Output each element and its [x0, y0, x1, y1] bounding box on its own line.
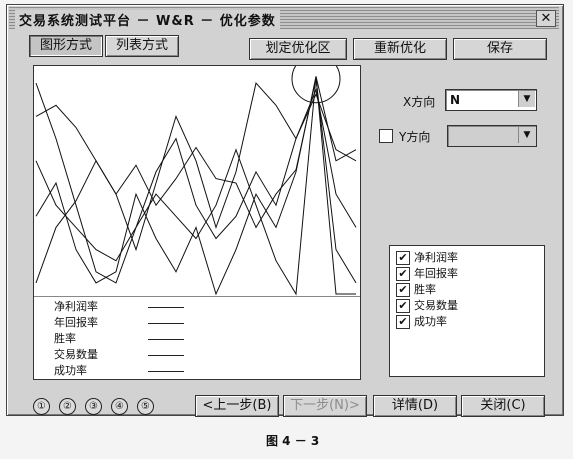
series-checklist[interactable]: ✔ 净利润率 ✔ 年回报率 ✔ 胜率 ✔ 交易数量 ✔ 成功率 — [389, 245, 545, 377]
legend-line — [148, 371, 184, 372]
checkbox-checked[interactable]: ✔ — [396, 299, 410, 313]
list-mode-tab[interactable]: 列表方式 — [105, 35, 179, 57]
checkbox-checked[interactable]: ✔ — [396, 315, 410, 329]
checkbox-checked[interactable]: ✔ — [396, 251, 410, 265]
list-item-label: 交易数量 — [414, 299, 458, 312]
legend-item: 净利润率 — [54, 299, 184, 315]
list-item-label: 成功率 — [414, 315, 447, 328]
chevron-down-icon[interactable]: ▼ — [518, 127, 535, 143]
close-button[interactable]: 关闭(C) — [461, 395, 545, 417]
step-1[interactable]: ① — [33, 398, 50, 415]
legend-item: 胜率 — [54, 331, 184, 347]
y-direction-label: Y方向 — [399, 130, 431, 144]
list-item-label: 胜率 — [414, 283, 436, 296]
legend-line — [148, 307, 184, 308]
optimization-window: 交易系统测试平台 － W&R － 优化参数 ✕ 图形方式 列表方式 划定优化区 … — [6, 4, 564, 417]
y-direction-checkbox[interactable] — [379, 129, 393, 143]
list-item-label: 年回报率 — [414, 267, 458, 280]
close-icon[interactable]: ✕ — [536, 10, 556, 27]
series-layer — [35, 76, 357, 296]
chevron-down-icon[interactable]: ▼ — [518, 91, 535, 107]
legend-line — [148, 355, 184, 356]
y-direction-select[interactable]: ▼ — [447, 125, 537, 147]
prev-step-button[interactable]: <上一步(B) — [195, 395, 279, 417]
details-button[interactable]: 详情(D) — [373, 395, 457, 417]
legend-line — [148, 323, 184, 324]
legend-item: 交易数量 — [54, 347, 184, 363]
title-bar[interactable]: 交易系统测试平台 － W&R － 优化参数 ✕ — [9, 7, 559, 29]
highlight-circle — [291, 54, 341, 104]
window-title: 交易系统测试平台 － W&R － 优化参数 — [15, 10, 280, 29]
legend-item: 年回报率 — [54, 315, 184, 331]
legend-label: 交易数量 — [54, 348, 98, 361]
legend-label: 净利润率 — [54, 300, 98, 313]
reoptimize-button[interactable]: 重新优化 — [353, 38, 447, 60]
define-region-button[interactable]: 划定优化区 — [249, 38, 347, 60]
save-button[interactable]: 保存 — [453, 38, 547, 60]
x-direction-select[interactable]: N ▼ — [445, 89, 537, 111]
step-2[interactable]: ② — [59, 398, 76, 415]
legend-label: 年回报率 — [54, 316, 98, 329]
optimization-plot[interactable] — [33, 54, 361, 299]
step-3[interactable]: ③ — [85, 398, 102, 415]
plot-canvas — [34, 54, 360, 298]
checkbox-checked[interactable]: ✔ — [396, 283, 410, 297]
checkbox-checked[interactable]: ✔ — [396, 267, 410, 281]
legend-line — [148, 339, 184, 340]
legend: 净利润率 年回报率 胜率 交易数量 成功率 — [33, 297, 361, 380]
legend-label: 成功率 — [54, 364, 87, 377]
step-5[interactable]: ⑤ — [137, 398, 154, 415]
graph-mode-tab[interactable]: 图形方式 — [29, 35, 103, 57]
list-item-label: 净利润率 — [414, 251, 458, 264]
legend-label: 胜率 — [54, 332, 76, 345]
next-step-button[interactable]: 下一步(N)> — [283, 395, 367, 417]
legend-item: 成功率 — [54, 363, 184, 379]
step-4[interactable]: ④ — [111, 398, 128, 415]
x-direction-label: X方向 — [403, 95, 436, 109]
x-direction-value: N — [450, 93, 461, 107]
figure-caption: 图 4 － 3 — [266, 434, 320, 448]
